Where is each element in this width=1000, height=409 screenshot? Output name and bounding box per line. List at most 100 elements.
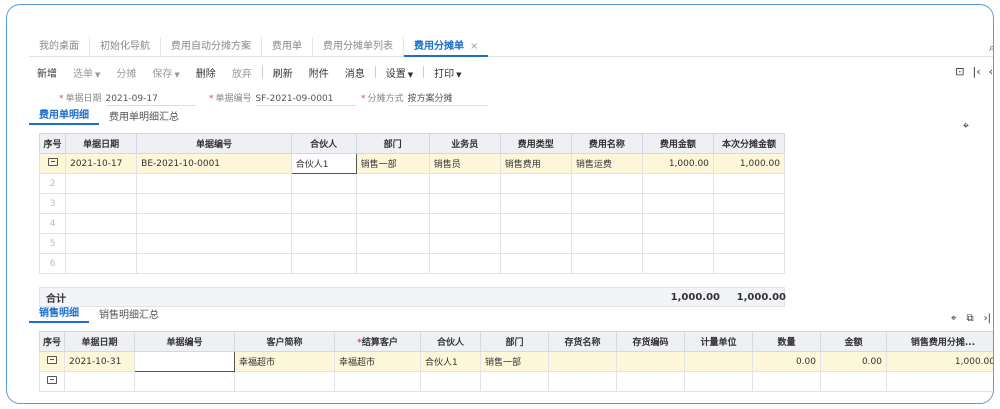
table-cell[interactable]: 合伙人1 [420, 351, 481, 372]
col-partner[interactable]: 合伙人 [420, 331, 481, 352]
tab-init-nav[interactable]: 初始化导航 [90, 36, 161, 57]
locate-icon[interactable]: ⊡ [955, 65, 964, 78]
total-label: 合计 [46, 293, 66, 305]
first-record-icon[interactable]: |‹ [972, 65, 980, 78]
table-cell[interactable] [684, 351, 753, 372]
table-cell[interactable]: 1,000.00 [712, 153, 786, 174]
col-amount[interactable]: 金额 [820, 331, 887, 352]
table-cell[interactable]: 销售费用 [499, 153, 572, 174]
print-button[interactable]: 打印 ▼ [426, 65, 469, 80]
col-inventory-name[interactable]: 存货名称 [548, 331, 617, 352]
settings-button[interactable]: 设置 ▼ [378, 65, 421, 80]
copy-icon[interactable]: ⧉ [966, 313, 973, 324]
col-settle-customer-label: 结算客户 [361, 338, 398, 348]
col-inventory-code[interactable]: 存货编码 [616, 331, 685, 352]
row-action-cell[interactable] [39, 371, 65, 392]
col-alloc-amount[interactable]: 本次分摊金额 [712, 133, 786, 154]
col-expense-amount[interactable]: 费用金额 [641, 133, 714, 154]
table-cell[interactable]: 2021-10-31 [64, 351, 135, 372]
table-cell[interactable] [616, 351, 685, 372]
tab-alloc-bill[interactable]: 费用分摊单 × [404, 37, 489, 57]
col-expense-type[interactable]: 费用类型 [499, 133, 572, 154]
close-icon[interactable]: × [470, 41, 478, 52]
bill-number-field[interactable]: * 单据编号 SF-2021-09-0001 [209, 91, 356, 106]
table-row[interactable]: 2 [38, 173, 786, 194]
row-edit-icon[interactable] [47, 356, 57, 364]
tab-expense-bill[interactable]: 费用单 [262, 36, 313, 57]
attach-button[interactable]: 附件 [301, 65, 337, 80]
table-row[interactable]: 2021-10-31 幸福超市 幸福超市 合伙人1 销售一部 0.00 0.00… [39, 351, 993, 372]
table-cell[interactable]: 幸福超市 [334, 351, 421, 372]
row-action-cell[interactable] [39, 351, 65, 372]
col-number[interactable]: 单据编号 [134, 331, 235, 352]
table-cell[interactable]: 0.00 [752, 351, 821, 372]
expense-total-row: 合计 1,000.00 1,000.00 [39, 287, 786, 307]
toolbar: 新增 选单 ▼ 分摊 保存 ▼ 删除 放弃 刷新 附件 消息 设置 ▼ 打印 ▼ [29, 61, 993, 83]
col-partner[interactable]: 合伙人 [290, 133, 357, 154]
col-settle-customer[interactable]: *结算客户 [334, 331, 421, 352]
row-edit-icon[interactable] [47, 376, 57, 384]
table-cell[interactable]: 1,000.00 [641, 153, 714, 174]
table-cell[interactable]: 1,000.00 [886, 351, 993, 372]
previous-record-icon[interactable]: ‹ [989, 65, 993, 78]
col-qty[interactable]: 数量 [752, 331, 821, 352]
sales-table: 序号 单据日期 单据编号 客户简称 *结算客户 合伙人 部门 存货名称 存货编码… [39, 331, 993, 392]
table-cell-editing[interactable]: 合伙人1 [290, 153, 357, 174]
tab-auto-alloc-plan[interactable]: 费用自动分摊方案 [161, 36, 262, 57]
col-dept[interactable]: 部门 [355, 133, 430, 154]
save-button[interactable]: 保存 ▼ [144, 65, 187, 80]
col-number[interactable]: 单据编号 [136, 133, 292, 154]
split-button[interactable]: 分摊 [108, 65, 144, 80]
table-row[interactable]: 4 [38, 213, 786, 234]
next-record-icon[interactable]: ›| [984, 313, 991, 324]
tab-desktop[interactable]: 我的桌面 [29, 36, 90, 57]
table-row[interactable]: 6 [38, 253, 786, 274]
table-row[interactable]: 2021-10-17 BE-2021-10-0001 合伙人1 销售一部 销售员… [38, 153, 786, 174]
table-cell[interactable]: 销售一部 [480, 351, 549, 372]
row-seq: 2 [38, 173, 67, 194]
tab-sales-detail[interactable]: 销售明细 [29, 304, 89, 323]
alloc-method-label: 分摊方式 [367, 94, 404, 104]
table-row[interactable]: 3 [38, 193, 786, 214]
table-cell[interactable]: 销售员 [428, 153, 501, 174]
table-cell[interactable]: 幸福超市 [234, 351, 335, 372]
col-salesman[interactable]: 业务员 [428, 133, 501, 154]
table-cell-editing[interactable] [134, 351, 235, 372]
table-cell[interactable]: 销售一部 [355, 153, 430, 174]
select-label: 选单 [73, 68, 93, 80]
table-cell[interactable] [548, 351, 617, 372]
location-pin-icon[interactable]: ⌖ [951, 313, 957, 324]
search-icon[interactable]: ⌕ [989, 41, 993, 55]
select-button[interactable]: 选单 ▼ [65, 65, 108, 80]
table-cell[interactable]: BE-2021-10-0001 [136, 153, 292, 174]
message-button[interactable]: 消息 [337, 65, 373, 80]
col-sales-alloc[interactable]: 销售费用分摊... [886, 331, 993, 352]
col-seq[interactable]: 序号 [38, 133, 67, 154]
table-cell[interactable]: 销售运费 [570, 153, 643, 174]
alloc-method-field[interactable]: * 分摊方式 按方案分摊 [361, 91, 488, 106]
col-date[interactable]: 单据日期 [65, 133, 138, 154]
row-edit-icon[interactable] [47, 158, 58, 166]
delete-button[interactable]: 删除 [188, 65, 224, 80]
col-date[interactable]: 单据日期 [64, 331, 135, 352]
bill-date-field[interactable]: * 单据日期 2021-09-17 [59, 91, 196, 106]
tab-alloc-list[interactable]: 费用分摊单列表 [313, 36, 404, 57]
refresh-button[interactable]: 刷新 [265, 65, 301, 80]
tab-sales-summary[interactable]: 销售明细汇总 [89, 306, 169, 323]
col-unit[interactable]: 计量单位 [684, 331, 753, 352]
col-expense-name[interactable]: 费用名称 [570, 133, 643, 154]
discard-button[interactable]: 放弃 [224, 65, 260, 80]
row-action-cell[interactable] [38, 153, 67, 174]
table-cell[interactable]: 0.00 [820, 351, 887, 372]
table-row[interactable]: 5 [38, 233, 786, 254]
location-pin-icon[interactable]: ⌖ [963, 119, 969, 133]
app-content: 我的桌面 初始化导航 费用自动分摊方案 费用单 费用分摊单列表 费用分摊单 × ⌕… [29, 5, 993, 403]
table-cell[interactable]: 2021-10-17 [65, 153, 138, 174]
col-seq[interactable]: 序号 [39, 331, 65, 352]
col-customer[interactable]: 客户简称 [234, 331, 335, 352]
tab-expense-detail[interactable]: 费用单明细 [29, 106, 99, 125]
table-row[interactable] [39, 371, 993, 392]
new-button[interactable]: 新增 [29, 65, 65, 80]
col-dept[interactable]: 部门 [480, 331, 549, 352]
tab-expense-summary[interactable]: 费用单明细汇总 [99, 108, 189, 125]
